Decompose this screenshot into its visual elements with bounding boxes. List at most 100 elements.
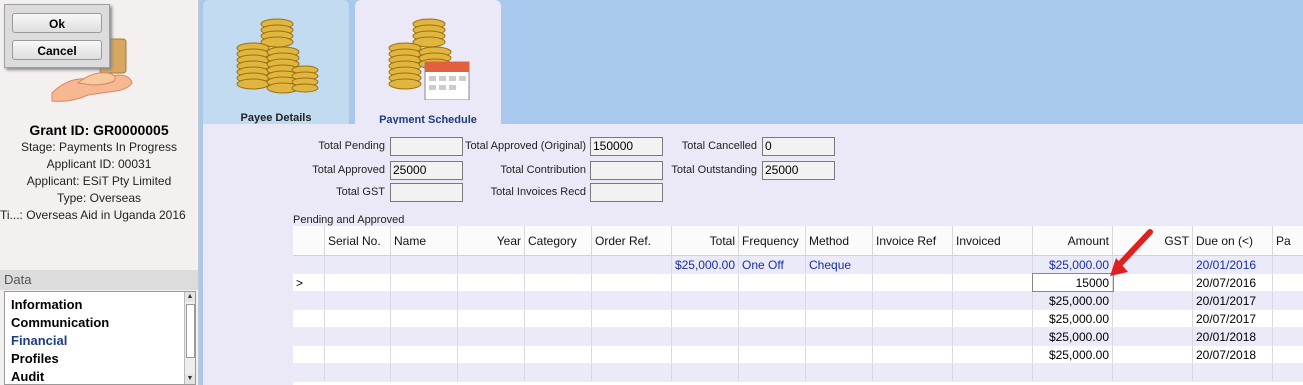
cell-invoiced[interactable] [953,346,1033,363]
col-invoiced[interactable]: Invoiced [953,226,1033,255]
amount-edit-field[interactable]: 15000 [1032,273,1114,292]
col-method[interactable]: Method [806,226,873,255]
cell-due-on[interactable]: 20/07/2016 [1193,274,1273,291]
total-outstanding-field[interactable]: 25000 [762,161,835,180]
cell-invoice-ref[interactable] [873,292,953,309]
col-due-on[interactable]: Due on (<) [1193,226,1273,255]
cell-invoiced[interactable] [953,292,1033,309]
table-row[interactable] [293,364,1303,382]
col-order-ref[interactable]: Order Ref. [592,226,672,255]
table-row[interactable]: $25,000.00 20/07/2017 [293,310,1303,328]
cell-invoiced[interactable] [953,274,1033,291]
cell-category[interactable] [525,346,592,363]
cell-category[interactable] [525,364,592,381]
cell-gst[interactable] [1113,364,1193,381]
col-amount[interactable]: Amount [1033,226,1113,255]
total-invoices-recd-field[interactable] [590,183,663,202]
cell-total[interactable] [672,346,739,363]
cell-amount[interactable] [1033,364,1113,381]
cell-order-ref[interactable] [592,364,672,381]
tab-payment-schedule[interactable]: Payment Schedule [355,0,501,126]
cell-total[interactable]: $25,000.00 [672,256,739,273]
cell-serial[interactable] [325,274,391,291]
cell-gst[interactable] [1113,346,1193,363]
cell-serial[interactable] [325,310,391,327]
cell-category[interactable] [525,292,592,309]
cell-serial[interactable] [325,292,391,309]
cancel-button[interactable]: Cancel [12,40,102,60]
cell-name[interactable] [391,292,458,309]
cell-category[interactable] [525,256,592,273]
cell-name[interactable] [391,256,458,273]
cell-order-ref[interactable] [592,256,672,273]
cell-total[interactable] [672,328,739,345]
cell-pa[interactable] [1273,310,1303,327]
cell-invoice-ref[interactable] [873,274,953,291]
cell-amount[interactable]: $25,000.00 [1033,256,1113,273]
col-invoice-ref[interactable]: Invoice Ref [873,226,953,255]
cell-frequency[interactable] [739,364,806,381]
cell-order-ref[interactable] [592,274,672,291]
cell-frequency[interactable]: One Off [739,256,806,273]
cell-due-on[interactable]: 20/01/2016 [1193,256,1273,273]
cell-invoice-ref[interactable] [873,256,953,273]
cell-total[interactable] [672,310,739,327]
cell-year[interactable] [458,328,525,345]
cell-total[interactable] [672,364,739,381]
cell-method[interactable] [806,310,873,327]
cell-frequency[interactable] [739,346,806,363]
cell-invoiced[interactable] [953,310,1033,327]
col-year[interactable]: Year [458,226,525,255]
cell-category[interactable] [525,274,592,291]
cell-invoice-ref[interactable] [873,346,953,363]
total-gst-field[interactable] [390,183,463,202]
cell-invoiced[interactable] [953,328,1033,345]
cell-year[interactable] [458,364,525,381]
tab-payee-details[interactable]: Payee Details [203,0,349,124]
table-row[interactable]: $25,000.00 20/07/2018 [293,346,1303,364]
col-total[interactable]: Total [672,226,739,255]
nav-item-communication[interactable]: Communication [5,314,195,332]
cell-amount[interactable]: $25,000.00 [1033,310,1113,327]
cell-name[interactable] [391,364,458,381]
nav-item-profiles[interactable]: Profiles [5,350,195,368]
total-approved-original-field[interactable]: 150000 [590,137,663,156]
cell-year[interactable] [458,292,525,309]
cell-serial[interactable] [325,346,391,363]
cell-frequency[interactable] [739,274,806,291]
table-row[interactable]: $25,000.00 20/01/2018 [293,328,1303,346]
scroll-up-arrow-icon[interactable]: ▲ [185,292,195,302]
total-approved-field[interactable]: 25000 [390,161,463,180]
cell-method[interactable] [806,292,873,309]
cell-total[interactable] [672,292,739,309]
total-cancelled-field[interactable]: 0 [762,137,835,156]
cell-invoice-ref[interactable] [873,328,953,345]
cell-method[interactable]: Cheque [806,256,873,273]
cell-order-ref[interactable] [592,310,672,327]
cell-name[interactable] [391,346,458,363]
scroll-thumb[interactable] [186,304,195,358]
cell-due-on[interactable]: 20/01/2017 [1193,292,1273,309]
table-row[interactable]: $25,000.00 20/01/2017 [293,292,1303,310]
total-contribution-field[interactable] [590,161,663,180]
cell-amount[interactable]: $25,000.00 [1033,292,1113,309]
cell-order-ref[interactable] [592,328,672,345]
total-pending-field[interactable] [390,137,463,156]
cell-pa[interactable] [1273,364,1303,381]
col-frequency[interactable]: Frequency [739,226,806,255]
cell-category[interactable] [525,310,592,327]
cell-gst[interactable] [1113,292,1193,309]
col-category[interactable]: Category [525,226,592,255]
cell-pa[interactable] [1273,274,1303,291]
cell-frequency[interactable] [739,292,806,309]
cell-name[interactable] [391,274,458,291]
cell-invoice-ref[interactable] [873,364,953,381]
cell-amount[interactable]: $25,000.00 [1033,346,1113,363]
ok-button[interactable]: Ok [12,13,102,33]
cell-serial[interactable] [325,328,391,345]
cell-method[interactable] [806,364,873,381]
nav-item-audit[interactable]: Audit [5,368,195,384]
cell-method[interactable] [806,328,873,345]
cell-order-ref[interactable] [592,346,672,363]
cell-amount[interactable]: $25,000.00 [1033,328,1113,345]
